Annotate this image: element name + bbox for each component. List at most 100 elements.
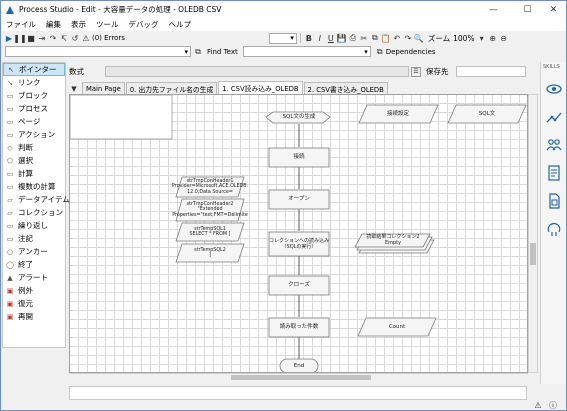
breakpoint-combo[interactable]: ▾ bbox=[268, 32, 297, 44]
palette-item-data-item[interactable]: ▱ データアイテム bbox=[3, 193, 69, 206]
palette-item-calculation[interactable]: ▭ 計算 bbox=[3, 167, 65, 180]
zoom-search-icon[interactable]: 🔍 bbox=[414, 33, 424, 43]
palette-item-resume[interactable]: ▣ 再開 bbox=[3, 310, 65, 323]
palette-item-multi-calc[interactable]: ▭ 複数の計算 bbox=[3, 180, 65, 193]
info-icon[interactable]: ⓘ bbox=[548, 400, 558, 410]
palette-item-process[interactable]: ▭ プロセス bbox=[3, 102, 65, 115]
brain-skill-icon[interactable] bbox=[544, 220, 564, 238]
collection-icon: ▱ bbox=[7, 208, 13, 217]
chevron-down-icon: ▾ bbox=[364, 47, 368, 56]
palette-item-decision[interactable]: ◇ 判断 bbox=[3, 141, 65, 154]
dependencies-button[interactable]: Dependencies bbox=[386, 48, 436, 56]
save-icon[interactable]: 💾 bbox=[337, 33, 347, 43]
palette-item-page[interactable]: ▭ ページ bbox=[3, 115, 65, 128]
menu-edit[interactable]: 編集 bbox=[41, 19, 66, 30]
zoom-dropdown-icon[interactable]: ▾ bbox=[477, 33, 487, 43]
formula-input[interactable] bbox=[105, 66, 409, 77]
pause-icon[interactable]: ❚❚ bbox=[13, 33, 26, 43]
people-skill-icon[interactable] bbox=[544, 136, 564, 154]
menu-help[interactable]: ヘルプ bbox=[164, 19, 197, 30]
palette-item-alert[interactable]: ▲ アラート bbox=[3, 271, 65, 284]
print-icon[interactable]: ⎙ bbox=[348, 33, 358, 43]
document-skill-icon[interactable] bbox=[544, 164, 564, 182]
palette-item-collection[interactable]: ▱ コレクション bbox=[3, 206, 65, 219]
palette-item-action[interactable]: ▭ アクション bbox=[3, 128, 65, 141]
paste-icon[interactable]: 📋 bbox=[381, 33, 391, 43]
stop-icon[interactable]: ■ bbox=[26, 33, 36, 43]
palette-item-note[interactable]: ▭ 注記 bbox=[3, 232, 65, 245]
page-tabs: ▼ Main Page 0. 出力先ファイル名の生成 1. CSV読み込み_OL… bbox=[69, 81, 527, 94]
exception-icon: ▣ bbox=[6, 286, 14, 295]
dependencies-icon: ⧉ bbox=[376, 46, 383, 56]
tab-main-page[interactable]: Main Page bbox=[82, 82, 125, 94]
cut-icon[interactable]: ✂ bbox=[359, 33, 369, 43]
zoom-out-icon[interactable]: ⊖ bbox=[499, 33, 509, 43]
palette-item-label: 複数の計算 bbox=[18, 182, 56, 191]
close-button[interactable]: ✕ bbox=[541, 1, 566, 18]
palette-item-label: ブロック bbox=[18, 91, 48, 100]
palette-item-loop[interactable]: ▭ 繰り返し bbox=[3, 219, 65, 232]
step-over-icon[interactable]: ↷ bbox=[48, 33, 58, 43]
connect-label: 接続 bbox=[293, 154, 305, 161]
zoom-value[interactable]: 100% bbox=[453, 34, 474, 43]
menu-file[interactable]: ファイル bbox=[1, 19, 41, 30]
palette-item-label: リンク bbox=[18, 78, 41, 87]
zoom-in-icon[interactable]: ⊕ bbox=[488, 33, 498, 43]
palette-item-label: 注記 bbox=[18, 234, 33, 243]
italic-icon[interactable]: I bbox=[315, 33, 325, 43]
separator bbox=[299, 33, 301, 43]
read-collection-label: コレクションへの読み込み （SQLの実行） bbox=[268, 237, 329, 251]
menu-debug[interactable]: デバッグ bbox=[124, 19, 164, 30]
conn-header2-label: strTmpConHeader2 "Extended Properties="t… bbox=[172, 201, 248, 218]
find-text-combo[interactable]: ▾ bbox=[242, 46, 371, 57]
horizontal-scrollbar[interactable] bbox=[69, 373, 528, 381]
status-area: ⚠ ⓘ bbox=[1, 384, 566, 410]
copy-icon[interactable]: ⧉ bbox=[370, 33, 380, 43]
chart-skill-icon[interactable] bbox=[544, 108, 564, 126]
page-combo[interactable]: ▾ bbox=[5, 46, 191, 57]
minimize-button[interactable]: — bbox=[481, 1, 506, 18]
underline-icon[interactable]: U bbox=[326, 33, 336, 43]
debug-toolbar: ▶ ❚❚ ■ ⇥ ↷ ↸ ↺ ⚠ (0) Errors ▾ B I U 💾 ⎙ … bbox=[1, 31, 566, 45]
vertical-scrollbar[interactable] bbox=[528, 94, 538, 373]
tab-csv-read[interactable]: 1. CSV読み込み_OLEDB bbox=[218, 81, 303, 94]
palette-item-recover[interactable]: ▣ 復元 bbox=[3, 297, 65, 310]
expression-editor-icon[interactable]: ☰ bbox=[411, 66, 421, 77]
palette-item-pointer[interactable]: ↖ ポインター bbox=[3, 63, 65, 76]
nav-icon[interactable]: ⧉ bbox=[193, 47, 203, 57]
recover-icon: ▣ bbox=[6, 299, 14, 308]
errors-label[interactable]: (0) Errors bbox=[92, 34, 125, 42]
formula-bar: 数式 ☰ 保存先 bbox=[69, 64, 527, 79]
scroll-thumb[interactable] bbox=[231, 375, 371, 380]
tab-csv-write[interactable]: 2. CSV書き込み_OLEDB bbox=[303, 82, 388, 94]
palette-item-choice[interactable]: ⬠ 選択 bbox=[3, 154, 65, 167]
store-in-input[interactable] bbox=[456, 66, 526, 77]
redo-icon[interactable]: ↷ bbox=[403, 33, 413, 43]
find-text-label[interactable]: Find Text bbox=[207, 48, 238, 56]
palette-item-link[interactable]: ↘ リンク bbox=[3, 76, 65, 89]
palette-item-exception[interactable]: ▣ 例外 bbox=[3, 284, 65, 297]
flow-canvas[interactable]: SQL文の生成 接続設定 SQL文 接続 オープン コレクションへの読み込み （… bbox=[69, 94, 528, 373]
bold-icon[interactable]: B bbox=[304, 33, 314, 43]
eye-skill-icon[interactable] bbox=[544, 80, 564, 98]
tab-list-dropdown-icon[interactable]: ▼ bbox=[69, 84, 79, 94]
decision-icon: ◇ bbox=[7, 143, 13, 152]
reset-icon[interactable]: ↺ bbox=[70, 33, 80, 43]
step-out-icon[interactable]: ↸ bbox=[59, 33, 69, 43]
palette-item-anchor[interactable]: ○ アンカー bbox=[3, 245, 65, 258]
alert-icon: ▲ bbox=[7, 273, 13, 282]
palette-item-block[interactable]: ▭ ブロック bbox=[3, 89, 65, 102]
menu-tools[interactable]: ツール bbox=[91, 19, 124, 30]
warning-icon[interactable]: ⚠ bbox=[533, 400, 543, 410]
menu-view[interactable]: 表示 bbox=[66, 19, 91, 30]
tab-output-filename[interactable]: 0. 出力先ファイル名の生成 bbox=[125, 82, 218, 94]
maximize-button[interactable]: ☐ bbox=[515, 1, 540, 18]
file-skill-icon[interactable] bbox=[544, 192, 564, 210]
open-label: オープン bbox=[288, 196, 310, 203]
undo-icon[interactable]: ↶ bbox=[392, 33, 402, 43]
process-studio-window: Process Studio - Edit - 大容量データの処理 - OLED… bbox=[0, 0, 567, 411]
step-icon[interactable]: ⇥ bbox=[37, 33, 47, 43]
palette-item-end[interactable]: ◯ 終了 bbox=[3, 258, 65, 271]
close-label: クローズ bbox=[288, 282, 310, 289]
scroll-thumb[interactable] bbox=[530, 243, 536, 265]
